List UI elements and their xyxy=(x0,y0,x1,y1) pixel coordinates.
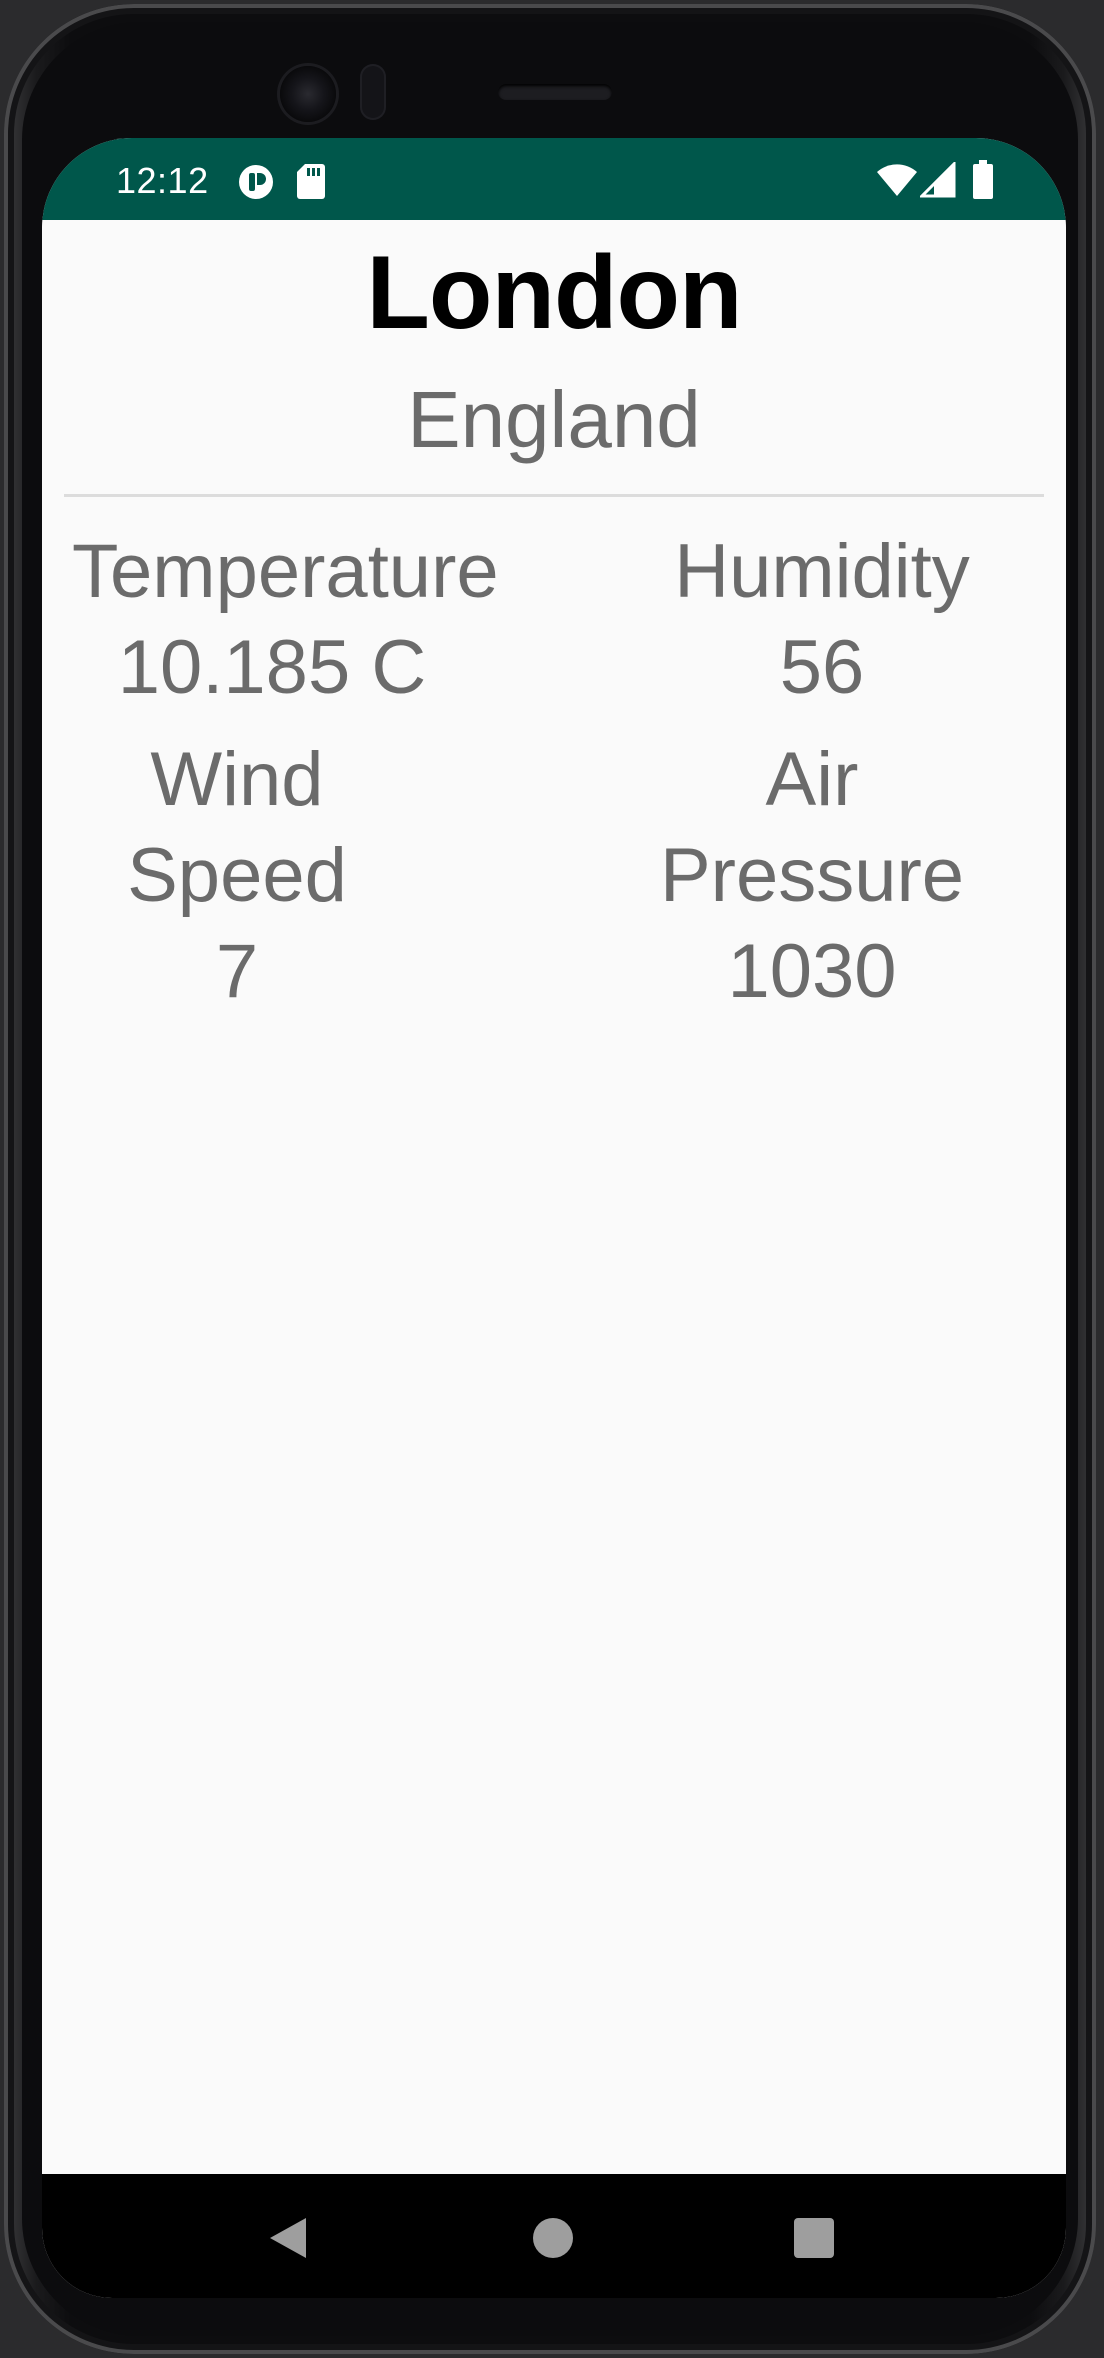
header-divider xyxy=(64,494,1044,497)
home-icon[interactable] xyxy=(532,2217,574,2264)
air-pressure-stat: Air Pressure 1030 xyxy=(632,732,992,1020)
front-camera xyxy=(280,66,336,122)
navigation-bar xyxy=(42,2174,1066,2298)
humidity-stat: Humidity 56 xyxy=(642,524,1002,716)
wind-speed-value: 7 xyxy=(215,929,259,1014)
status-time: 12:12 xyxy=(116,160,209,201)
air-pressure-value: 1030 xyxy=(727,929,897,1014)
app-notification-icon xyxy=(238,164,274,205)
humidity-value: 56 xyxy=(779,625,865,710)
wind-speed-label: Wind Speed xyxy=(127,737,347,918)
proximity-sensor xyxy=(360,64,386,120)
earpiece-speaker xyxy=(498,84,612,100)
temperature-value: 10.185 C xyxy=(117,625,427,710)
battery-icon xyxy=(972,160,994,205)
back-icon[interactable] xyxy=(266,2216,308,2265)
recents-icon[interactable] xyxy=(794,2218,834,2263)
air-pressure-label-line1: Air xyxy=(765,737,859,822)
humidity-label: Humidity xyxy=(674,529,970,614)
temperature-label: Temperature xyxy=(72,529,499,614)
temperature-stat: Temperature 10.185 C xyxy=(72,524,499,716)
wind-speed-stat: Wind Speed 7 xyxy=(52,732,422,1020)
phone-frame: 12:12 London England Temperature 10.185 … xyxy=(4,4,1096,2354)
country-name: England xyxy=(407,375,701,464)
city-name: London xyxy=(366,235,742,351)
air-pressure-label-line2: Pressure xyxy=(659,833,965,918)
cell-signal-icon xyxy=(918,160,956,203)
status-bar: 12:12 xyxy=(42,138,1066,220)
weather-screen: London England Temperature 10.185 C Humi… xyxy=(42,220,1066,2174)
wifi-icon xyxy=(876,162,918,203)
device-screen: 12:12 London England Temperature 10.185 … xyxy=(42,138,1066,2298)
sd-card-icon xyxy=(296,162,326,205)
